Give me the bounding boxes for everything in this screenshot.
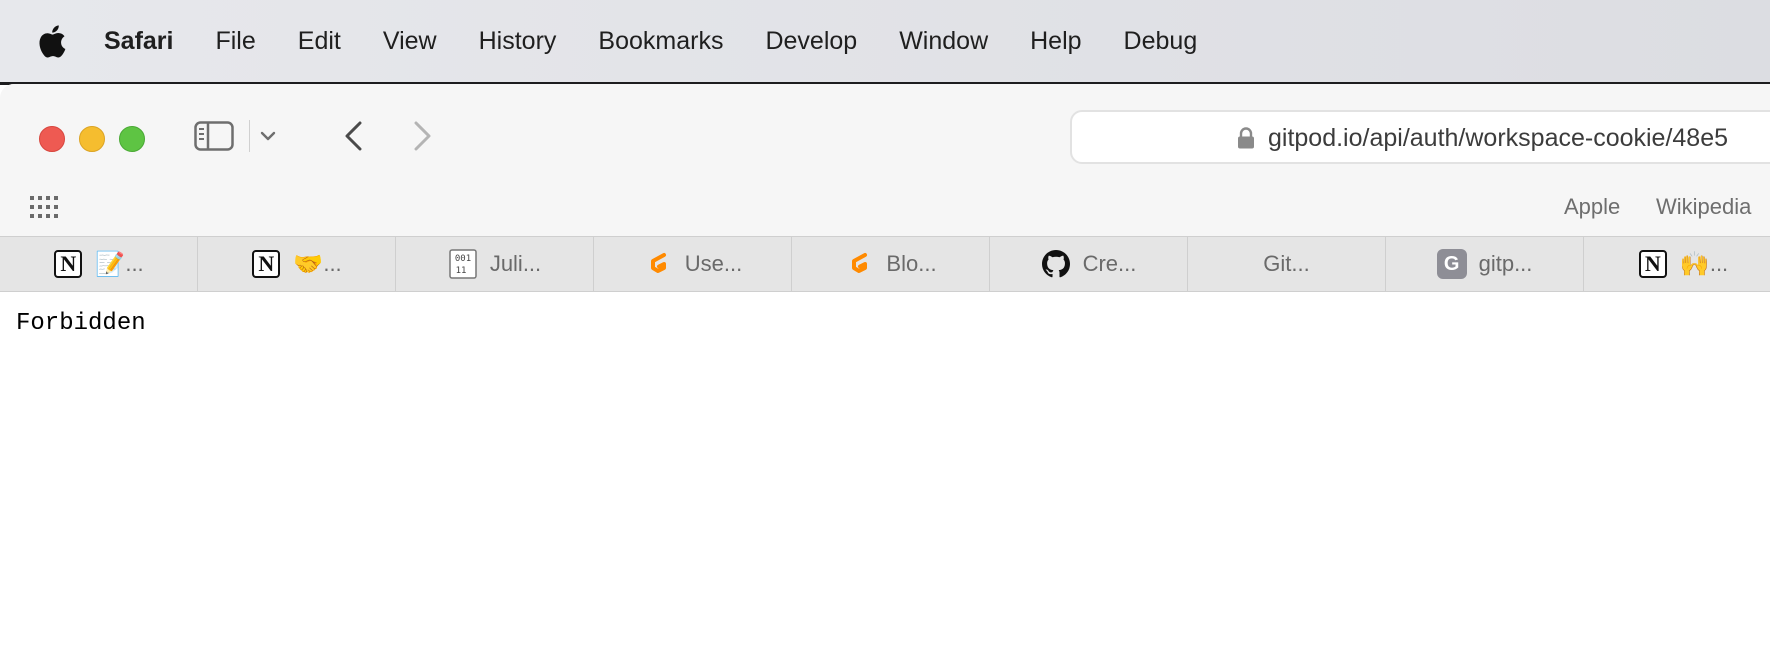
tab-label: Git... [1263, 251, 1310, 276]
safari-window: gitpod.io/api/auth/workspace-cookie/48e5… [0, 84, 1770, 646]
close-window-button[interactable] [39, 126, 65, 152]
zoom-window-button[interactable] [119, 126, 145, 152]
back-arrow-icon[interactable] [340, 119, 366, 153]
raising-hands-emoji-icon: 🙌 [1679, 250, 1710, 278]
tab-notion-3[interactable]: N 🙌 ... [1584, 237, 1770, 291]
tab-label: Cre... [1082, 251, 1137, 276]
g-letter-icon: G [1436, 249, 1467, 279]
tab-gitpod-blog[interactable]: Blo... [792, 237, 990, 291]
tab-julia[interactable]: 001 11 Juli... [396, 237, 594, 291]
browser-toolbar: gitpod.io/api/auth/workspace-cookie/48e5… [0, 84, 1770, 236]
lock-icon [1236, 127, 1256, 149]
tab-label: ... [1709, 251, 1729, 276]
menu-window[interactable]: Window [899, 27, 988, 56]
menu-view[interactable]: View [383, 27, 437, 56]
menu-edit[interactable]: Edit [298, 27, 341, 56]
menu-bookmarks[interactable]: Bookmarks [598, 27, 723, 56]
tab-github-create[interactable]: Cre... [990, 237, 1188, 291]
gitpod-icon [643, 249, 673, 279]
handshake-emoji-icon: 🤝 [293, 250, 324, 278]
binary-file-icon: 001 11 [448, 249, 478, 279]
chevron-down-icon[interactable] [258, 124, 278, 148]
notion-icon: N [1638, 249, 1668, 279]
forward-arrow-icon[interactable] [410, 119, 436, 153]
favorite-link-wikipedia[interactable]: Wikipedia [1656, 194, 1751, 220]
sidebar-toggle-icon[interactable] [194, 120, 234, 152]
address-bar[interactable]: gitpod.io/api/auth/workspace-cookie/48e5 [1070, 110, 1770, 164]
tab-label: ... [125, 251, 144, 276]
show-all-tabs-grid-icon[interactable] [30, 196, 58, 218]
tab-git[interactable]: Git... [1188, 237, 1386, 291]
tab-gitpod-g[interactable]: G gitp... [1386, 237, 1584, 291]
url-text: gitpod.io/api/auth/workspace-cookie/48e5 [1268, 124, 1729, 152]
minimize-window-button[interactable] [79, 126, 105, 152]
svg-text:11: 11 [455, 266, 466, 276]
tab-label: gitp... [1478, 251, 1533, 276]
menu-history[interactable]: History [479, 27, 557, 56]
menu-debug[interactable]: Debug [1124, 27, 1198, 56]
menu-bar: Safari File Edit View History Bookmarks … [0, 0, 1770, 82]
menu-develop[interactable]: Develop [765, 27, 857, 56]
tab-notion-2[interactable]: N 🤝 ... [198, 237, 396, 291]
tab-label: Juli... [489, 251, 542, 276]
tab-label: ... [323, 251, 342, 276]
page-content: Forbidden [0, 292, 1770, 646]
tab-gitpod-use[interactable]: Use... [594, 237, 792, 291]
toolbar-divider [249, 120, 250, 152]
apple-logo-icon[interactable] [38, 24, 68, 58]
gitpod-icon [844, 249, 874, 279]
tab-label: Use... [684, 251, 743, 276]
notion-icon: N [53, 249, 83, 279]
memo-emoji-icon: 📝 [95, 250, 126, 278]
github-icon [1041, 249, 1071, 279]
tab-bar: N 📝 ... N 🤝 ... 001 11 Juli... Use... Bl… [0, 236, 1770, 292]
menu-file[interactable]: File [215, 27, 255, 56]
forbidden-message: Forbidden [16, 310, 146, 337]
tab-notion-1[interactable]: N 📝 ... [0, 237, 198, 291]
svg-text:001: 001 [455, 254, 471, 264]
menu-app-safari[interactable]: Safari [104, 27, 173, 56]
favorite-link-apple[interactable]: Apple [1564, 194, 1620, 220]
menu-help[interactable]: Help [1030, 27, 1081, 56]
tab-label: Blo... [886, 251, 937, 276]
notion-icon: N [251, 249, 281, 279]
